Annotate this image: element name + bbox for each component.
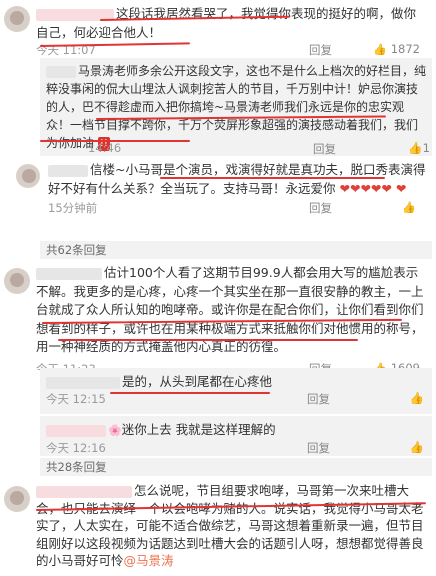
more-replies-link[interactable]: 共28条回复 (40, 458, 432, 476)
comment-text: 这段话我居然看哭了，我觉得你表现的挺好的啊，做你自己，何必迎合他人！ (36, 6, 417, 40)
avatar[interactable] (4, 268, 30, 294)
comment-text: 估计100个人看了这期节目99.9人都会用大写的尴尬表示不解。我更多的是心疼，心… (36, 265, 424, 354)
heart-emoji: ❤❤❤❤❤ (339, 181, 392, 196)
annotation-underline (58, 339, 358, 341)
heart-emoji: ❤ (395, 181, 407, 196)
comment-text: 怎么说呢，节目组要求咆哮，马哥第一次来吐槽大会，也只能去演绎一个以会咆哮为赌的人… (36, 483, 424, 568)
like-button[interactable]: 👍 (410, 440, 424, 454)
emoji-icon: 🌸 (108, 424, 122, 437)
reply-button[interactable]: 回复 (307, 440, 330, 456)
like-button[interactable]: 👍 (402, 200, 420, 214)
reply-button[interactable]: 回复 (307, 391, 330, 407)
user-name-redacted[interactable] (48, 164, 88, 177)
comment-meta: 15分钟前 回复 👍 (48, 200, 428, 218)
mention-link[interactable]: @马景涛 (124, 553, 174, 568)
annotation-underline (110, 392, 270, 394)
like-button[interactable]: 👍 (410, 391, 424, 405)
avatar[interactable] (4, 6, 30, 32)
timestamp: 14:46 (88, 141, 122, 155)
thumbs-up-icon: 👍 (408, 141, 423, 155)
thumbs-up-icon: 👍 (402, 201, 416, 214)
like-button[interactable]: 👍 1872 (373, 42, 420, 56)
thumbs-up-icon: 👍 (409, 391, 424, 405)
like-button[interactable]: 👍1 (408, 141, 430, 155)
comment-7: 怎么说呢，节目组要求咆哮，马哥第一次来吐槽大会，也只能去演绎一个以会咆哮为赌的人… (0, 482, 436, 570)
comment-text: 🌸迷你上去 我就是这样理解的 (46, 420, 426, 440)
reply-button[interactable]: 回复 (309, 200, 332, 216)
annotation-underline (160, 177, 385, 179)
timestamp: 今天 12:16 (46, 441, 106, 455)
sub-reply-box: 🌸迷你上去 我就是这样理解的 今天 12:16 回复 👍 (40, 416, 432, 456)
sub-reply-box: 是的，从头到尾都在心疼他 今天 12:15 回复 👍 (40, 368, 432, 414)
comment-meta: 今天 12:16 回复 👍 (46, 440, 426, 458)
timestamp: 今天 12:15 (46, 392, 106, 406)
comment-text: 马景涛老师多余公开这段文字，这也不是什么上档次的好栏目，纯粹没事闲的侃大山埋汰人… (46, 64, 427, 151)
user-name-redacted[interactable] (46, 65, 76, 78)
user-name-redacted[interactable] (36, 267, 102, 280)
comment-text: 信楼~小马哥是个演员，戏演得好就是真功夫，脱口秀表演得好不好有什么关系？全当玩了… (48, 162, 426, 196)
avatar[interactable] (4, 486, 30, 512)
timestamp: 15分钟前 (48, 201, 98, 215)
thumbs-up-icon: 👍 (409, 440, 424, 454)
more-replies-link[interactable]: 共62条回复 (40, 241, 432, 259)
thumbs-up-icon: 👍 (373, 43, 387, 56)
avatar[interactable] (16, 164, 40, 188)
comment-3: 信楼~小马哥是个演员，戏演得好就是真功夫，脱口秀表演得好不好有什么关系？全当玩了… (0, 160, 436, 218)
comment-meta: 14:46 回复 👍1 (46, 141, 432, 159)
comment-1: 这段话我居然看哭了，我觉得你表现的挺好的啊，做你自己，何必迎合他人！ 今天 11… (0, 4, 436, 60)
comment-text: 是的，从头到尾都在心疼他 (46, 372, 426, 391)
annotation-underline (40, 140, 190, 142)
user-name-redacted[interactable] (36, 485, 132, 498)
reply-button[interactable]: 回复 (309, 42, 332, 58)
reply-button[interactable]: 回复 (313, 141, 336, 157)
user-name-redacted[interactable] (46, 424, 106, 437)
user-name-redacted[interactable] (46, 376, 120, 389)
